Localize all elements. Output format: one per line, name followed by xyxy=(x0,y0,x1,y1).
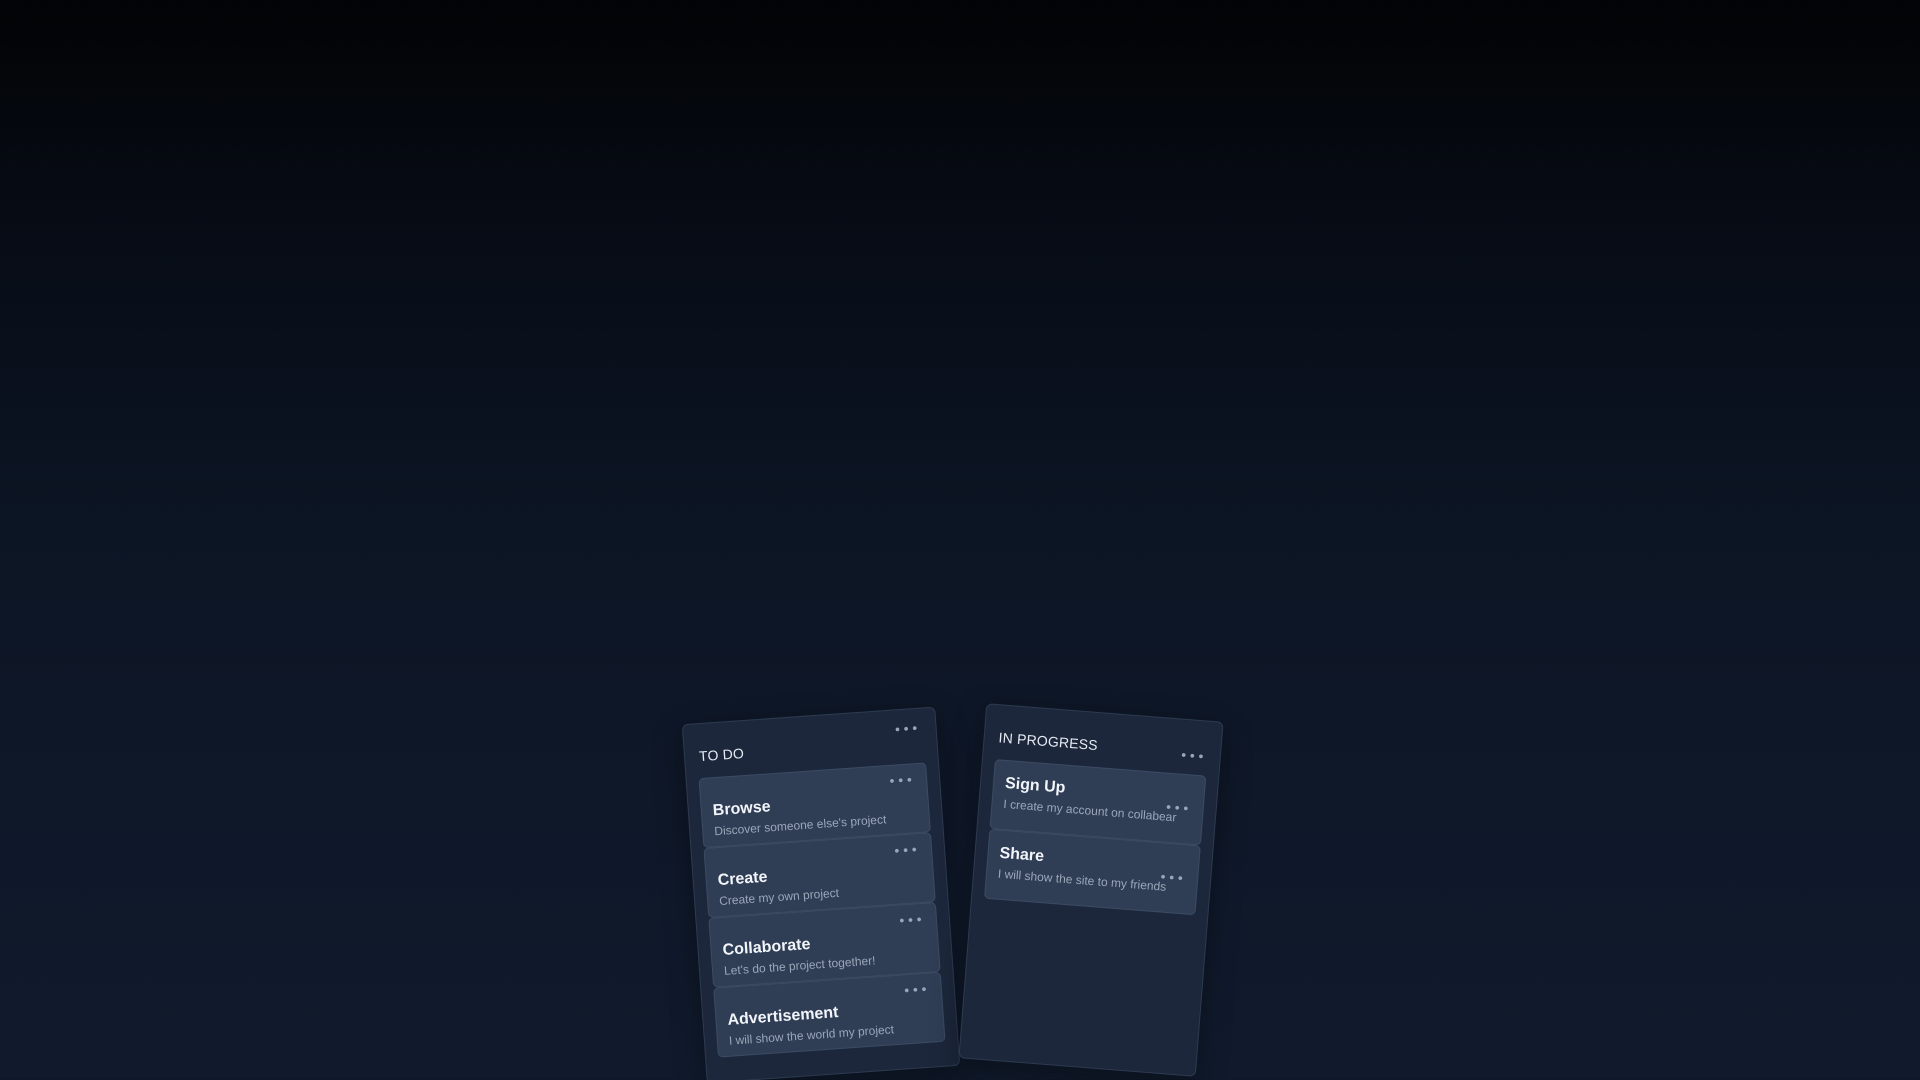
card-menu-icon[interactable]: ••• xyxy=(893,843,920,860)
card-menu-icon[interactable]: ••• xyxy=(902,983,929,1000)
card-title: Share xyxy=(998,844,1045,866)
card-title: Browse xyxy=(712,798,772,820)
card-description: I create my account on collabear xyxy=(1002,796,1177,825)
card-title: Collaborate xyxy=(722,935,812,959)
column-menu-icon[interactable]: ••• xyxy=(893,722,920,739)
card-description: Create my own project xyxy=(718,885,840,909)
card-title: Create xyxy=(717,868,769,890)
column-title: IN PROGRESS xyxy=(998,729,1099,754)
card-title: Advertisement xyxy=(726,1004,839,1029)
column-todo: TO DO ••• ••• Browse Discover someone el… xyxy=(681,706,961,1080)
card-advertisement[interactable]: ••• Advertisement I will show the world … xyxy=(713,971,946,1058)
card-title: Sign Up xyxy=(1004,774,1067,797)
column-title: TO DO xyxy=(698,745,745,765)
column-in-progress: IN PROGRESS ••• ••• Sign Up I create my … xyxy=(958,703,1224,1077)
card-description: I will show the site to my friends xyxy=(997,866,1167,894)
card-menu-icon[interactable]: ••• xyxy=(888,773,915,790)
card-menu-icon[interactable]: ••• xyxy=(898,913,925,930)
column-menu-icon[interactable]: ••• xyxy=(1179,749,1206,766)
